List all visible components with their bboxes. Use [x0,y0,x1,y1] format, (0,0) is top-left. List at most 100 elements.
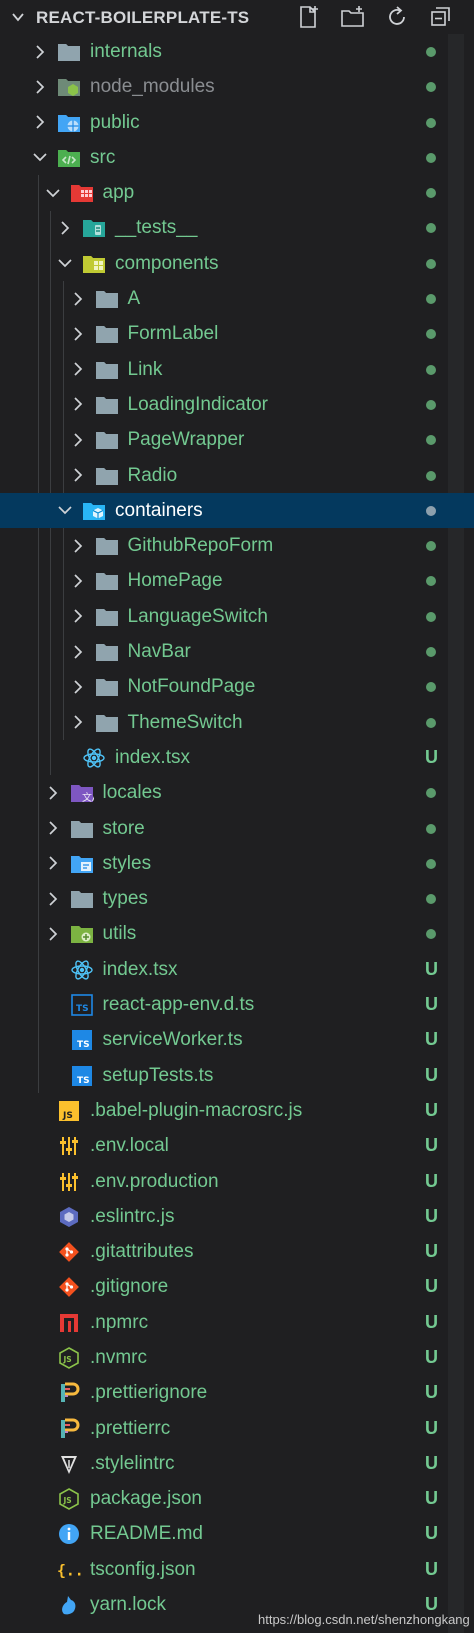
folder-row-radio[interactable]: Radio [0,458,474,493]
modified-dot-badge [426,258,436,269]
folder-row-tests[interactable]: __tests__ [0,210,474,245]
chevron-right-icon[interactable] [31,69,49,104]
file-row-react-app-env-d-ts[interactable]: TS react-app-env.d.ts U [0,987,474,1022]
folder-row-navbar[interactable]: NavBar [0,634,474,669]
tree-item-label: .gitattributes [90,1241,194,1263]
untracked-badge: U [425,1170,438,1191]
file-row-env-production[interactable]: .env.production U [0,1164,474,1199]
folder-row-loadingindicator[interactable]: LoadingIndicator [0,387,474,422]
chevron-right-icon[interactable] [44,881,62,916]
folder-row-utils[interactable]: utils [0,916,474,951]
file-row-babel-plugin-macrosrc-js[interactable]: JS .babel-plugin-macrosrc.js U [0,1093,474,1128]
modified-dot-badge [426,364,436,375]
react-icon [82,746,106,770]
modified-dot-badge [426,788,436,799]
chevron-right-icon[interactable] [69,458,87,493]
untracked-badge: U [425,1241,438,1262]
tree-item-label: serviceWorker.ts [102,1029,243,1051]
file-row-nvmrc[interactable]: JS .nvmrc U [0,1340,474,1375]
chevron-right-icon[interactable] [69,422,87,457]
file-row-setuptests-ts[interactable]: TS setupTests.ts U [0,1058,474,1093]
file-row-gitattributes[interactable]: .gitattributes U [0,1234,474,1269]
chevron-right-icon[interactable] [69,528,87,563]
chevron-right-icon[interactable] [69,352,87,387]
folder-row-containers[interactable]: containers [0,492,474,529]
tree-item-label: styles [102,852,152,874]
folder-icon [95,393,119,417]
folder-icon [95,711,119,735]
untracked-badge: U [425,1099,438,1120]
chevron-right-icon[interactable] [56,210,74,245]
tree-item-label: locales [102,782,162,804]
new-file-icon[interactable] [296,4,322,30]
file-row-index-tsx[interactable]: index.tsx U [0,952,474,987]
chevron-down-icon[interactable] [56,246,74,281]
tree-item-label: setupTests.ts [102,1064,214,1086]
file-row-tsconfig-json[interactable]: {..} tsconfig.json U [0,1552,474,1587]
tree-item-label: README.md [90,1523,203,1545]
chevron-right-icon[interactable] [69,563,87,598]
folder-row-homepage[interactable]: HomePage [0,563,474,598]
file-row-eslintrc-js[interactable]: .eslintrc.js U [0,1199,474,1234]
folder-row-node-modules[interactable]: node_modules [0,69,474,104]
file-row-readme-md[interactable]: README.md U [0,1516,474,1551]
git-icon [57,1240,81,1264]
modified-dot-badge [426,399,436,410]
chevron-down-icon[interactable] [56,493,74,528]
chevron-down-icon[interactable] [44,175,62,210]
collapse-all-icon[interactable] [428,4,454,30]
folder-row-internals[interactable]: internals [0,34,474,69]
folder-row-githubrepoform[interactable]: GithubRepoForm [0,528,474,563]
folder-row-languageswitch[interactable]: LanguageSwitch [0,599,474,634]
modified-dot-badge [426,435,436,446]
file-row-package-json[interactable]: JS package.json U [0,1481,474,1516]
modified-dot-badge [426,470,436,481]
folder-row-styles[interactable]: styles [0,846,474,881]
node-folder-icon [57,75,81,99]
folder-row-formlabel[interactable]: FormLabel [0,316,474,351]
modified-dot-badge [426,858,436,869]
workspace-title[interactable]: REACT-BOILERPLATE-TS [36,8,249,28]
file-row-prettierignore[interactable]: .prettierignore U [0,1375,474,1410]
folder-row-public[interactable]: public [0,105,474,140]
file-row-gitignore[interactable]: .gitignore U [0,1269,474,1304]
folder-row-locales[interactable]: 文A locales [0,775,474,810]
modified-dot-badge [426,576,436,587]
file-row-env-local[interactable]: .env.local U [0,1128,474,1163]
folder-row-src[interactable]: src [0,140,474,175]
file-row-stylelintrc[interactable]: .stylelintrc U [0,1446,474,1481]
refresh-icon[interactable] [384,4,410,30]
chevron-right-icon[interactable] [44,775,62,810]
chevron-right-icon[interactable] [44,916,62,951]
untracked-badge: U [425,1135,438,1156]
modified-dot-badge [426,717,436,728]
file-row-npmrc[interactable]: .npmrc U [0,1305,474,1340]
folder-row-pagewrapper[interactable]: PageWrapper [0,422,474,457]
folder-row-a[interactable]: A [0,281,474,316]
file-row-prettierrc[interactable]: .prettierrc U [0,1411,474,1446]
file-row-serviceworker-ts[interactable]: TS serviceWorker.ts U [0,1022,474,1057]
chevron-right-icon[interactable] [69,387,87,422]
chevron-down-icon[interactable] [10,9,26,25]
chevron-right-icon[interactable] [69,634,87,669]
folder-row-app[interactable]: app [0,175,474,210]
chevron-right-icon[interactable] [69,316,87,351]
folder-row-types[interactable]: types [0,881,474,916]
folder-row-notfoundpage[interactable]: NotFoundPage [0,669,474,704]
chevron-right-icon[interactable] [69,705,87,740]
folder-row-components[interactable]: components [0,246,474,281]
chevron-right-icon[interactable] [44,846,62,881]
folder-row-store[interactable]: store [0,811,474,846]
chevron-right-icon[interactable] [31,105,49,140]
chevron-right-icon[interactable] [69,599,87,634]
new-folder-icon[interactable] [340,4,366,30]
folder-row-link[interactable]: Link [0,352,474,387]
chevron-right-icon[interactable] [69,281,87,316]
chevron-right-icon[interactable] [69,669,87,704]
folder-icon [95,322,119,346]
chevron-right-icon[interactable] [31,34,49,69]
folder-row-themeswitch[interactable]: ThemeSwitch [0,705,474,740]
chevron-right-icon[interactable] [44,811,62,846]
file-row-index-tsx[interactable]: index.tsx U [0,740,474,775]
chevron-down-icon[interactable] [31,140,49,175]
